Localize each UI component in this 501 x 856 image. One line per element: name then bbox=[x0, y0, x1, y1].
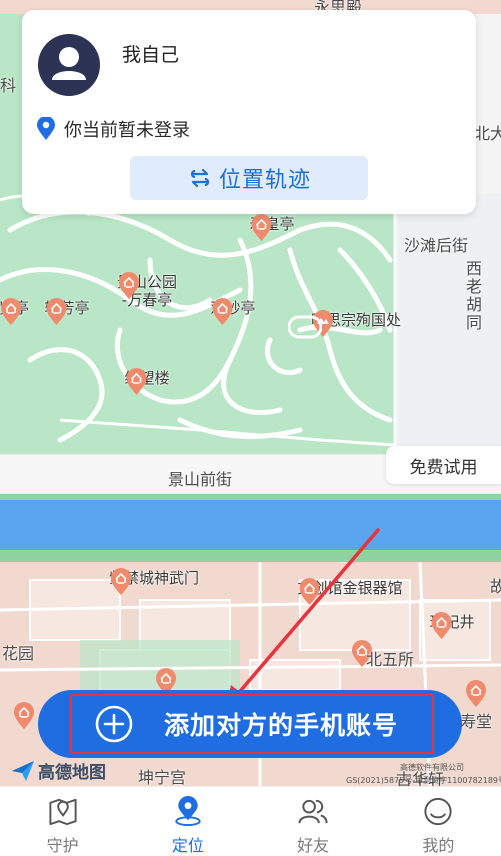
nav-item-friends[interactable]: 好友 bbox=[251, 787, 376, 856]
add-phone-account-button[interactable]: 添加对方的手机账号 bbox=[38, 690, 462, 758]
avatar[interactable] bbox=[38, 34, 100, 96]
guard-map-icon bbox=[49, 798, 77, 826]
nav-label: 好友 bbox=[297, 836, 330, 855]
nav-item-location[interactable]: 定位 bbox=[125, 787, 250, 856]
map-copyright-license: GS(2021)5875号-甲测资字1100782189号 bbox=[346, 776, 501, 785]
login-status-row: 你当前暂未登录 bbox=[36, 116, 190, 142]
profile-icon bbox=[424, 797, 452, 826]
location-track-button[interactable]: 位置轨迹 bbox=[130, 156, 368, 200]
nav-label: 定位 bbox=[171, 836, 204, 855]
map-copyright-company: 高德软件有限公司 bbox=[400, 763, 464, 772]
free-trial-button[interactable]: 免费试用 bbox=[386, 446, 501, 484]
amap-arrow-icon bbox=[12, 760, 34, 781]
location-track-label: 位置轨迹 bbox=[218, 168, 311, 193]
nav-item-profile[interactable]: 我的 bbox=[376, 787, 501, 856]
amap-brand-text: 高德地图 bbox=[38, 763, 106, 783]
user-info-card: 我自己 你当前暂未登录 位置轨迹 bbox=[22, 10, 476, 214]
nav-label: 我的 bbox=[422, 836, 455, 855]
swap-arrows-icon bbox=[190, 168, 210, 188]
plus-circle-icon bbox=[95, 705, 133, 743]
nav-label: 守护 bbox=[46, 836, 79, 855]
user-name: 我自己 bbox=[122, 44, 180, 66]
amap-logo: 高德地图 bbox=[10, 758, 106, 783]
login-status-text: 你当前暂未登录 bbox=[64, 120, 190, 141]
location-icon bbox=[175, 795, 201, 827]
friends-icon bbox=[298, 799, 328, 824]
bottom-navigation: 守护 定位 好友 我的 bbox=[0, 786, 501, 856]
add-phone-account-label: 添加对方的手机账号 bbox=[164, 711, 399, 740]
location-pin-icon bbox=[37, 117, 55, 140]
user-avatar-icon bbox=[52, 47, 86, 80]
nav-item-guard[interactable]: 守护 bbox=[0, 787, 125, 856]
